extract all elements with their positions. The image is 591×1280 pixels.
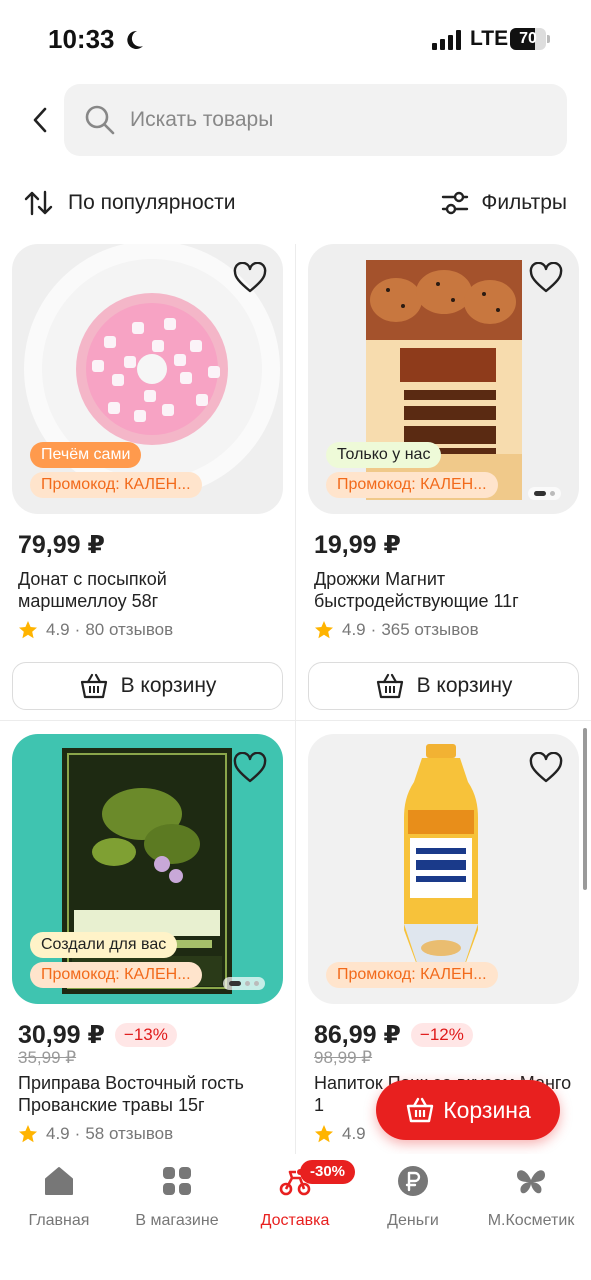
ruble-icon <box>398 1166 428 1196</box>
delivery-discount-badge: -30% <box>300 1160 356 1184</box>
star-icon <box>19 621 37 639</box>
filters-button[interactable]: Фильтры <box>441 186 567 220</box>
battery-icon: 70 <box>510 28 550 50</box>
product-rating: 4.9 · 365 отзывов <box>314 620 579 640</box>
sort-button[interactable]: По популярности <box>24 186 236 220</box>
carousel-dots <box>528 487 561 500</box>
product-name[interactable]: Донат с посыпкой маршмеллоу 58г <box>18 568 280 612</box>
product-image[interactable]: Печём сами Промокод: КАЛЕН... <box>12 244 283 514</box>
status-time: 10:33 <box>48 24 115 54</box>
signal-icon <box>432 30 461 50</box>
product-price: 86,99 ₽ <box>314 1021 401 1049</box>
product-rating: 4.9 · 80 отзывов <box>18 620 283 640</box>
rating-value: 4.9 <box>342 620 366 639</box>
product-card[interactable]: Печём сами Промокод: КАЛЕН... 79,99 ₽ До… <box>12 244 283 710</box>
grid-icon <box>163 1167 191 1195</box>
promo-badge: Промокод: КАЛЕН... <box>30 472 202 498</box>
product-card[interactable]: Только у нас Промокод: КАЛЕН... 19,99 ₽ … <box>308 244 579 710</box>
old-price: 35,99 ₽ <box>18 1048 77 1067</box>
product-image[interactable]: Только у нас Промокод: КАЛЕН... <box>308 244 579 514</box>
product-price: 30,99 ₽ <box>18 1021 105 1049</box>
product-image[interactable]: Промокод: КАЛЕН... <box>308 734 579 1004</box>
chevron-left-icon <box>33 107 47 133</box>
sort-label: По популярности <box>68 191 236 214</box>
cart-label: Корзина <box>443 1096 531 1123</box>
add-to-cart-button[interactable]: В корзину <box>308 662 579 710</box>
product-badge: Создали для вас <box>30 932 178 958</box>
butterfly-icon <box>517 1170 545 1194</box>
product-price: 19,99 ₽ <box>314 531 401 559</box>
product-name[interactable]: Приправа Восточный гость Прованские трав… <box>18 1072 280 1116</box>
star-icon <box>315 1125 333 1143</box>
reviews-count: 80 отзывов <box>85 620 174 639</box>
cart-button[interactable]: Корзина <box>376 1080 560 1140</box>
home-icon <box>45 1167 73 1195</box>
search-bar[interactable] <box>64 84 567 156</box>
product-badge: Только у нас <box>326 442 442 468</box>
sliders-icon <box>442 191 469 215</box>
nav-item-in-store[interactable]: В магазине <box>118 1164 236 1230</box>
product-card[interactable]: Создали для вас Промокод: КАЛЕН... 30,99… <box>12 734 283 1144</box>
discount-badge: −12% <box>410 1023 473 1047</box>
star-icon <box>19 1125 37 1143</box>
search-icon <box>85 105 115 135</box>
nav-item-home[interactable]: Главная <box>0 1164 118 1230</box>
back-button[interactable] <box>20 98 60 142</box>
reviews-count: 58 отзывов <box>85 1124 174 1143</box>
grid-divider <box>0 720 591 721</box>
heart-icon[interactable] <box>233 262 267 294</box>
add-to-cart-button[interactable]: В корзину <box>12 662 283 710</box>
heart-icon[interactable] <box>529 262 563 294</box>
star-icon <box>315 621 333 639</box>
bottom-nav: Главная В магазине -30% Доставка Деньги … <box>0 1154 591 1280</box>
old-price: 98,99 ₽ <box>314 1048 373 1067</box>
rating-value: 4.9 <box>342 1124 366 1143</box>
promo-badge: Промокод: КАЛЕН... <box>30 962 202 988</box>
status-bar: 10:33 LTE 70 <box>0 0 591 80</box>
rating-value: 4.9 <box>46 620 70 639</box>
nav-label: Деньги <box>387 1212 439 1229</box>
moon-icon <box>127 30 143 49</box>
nav-label: Главная <box>28 1212 90 1229</box>
product-image[interactable]: Создали для вас Промокод: КАЛЕН... <box>12 734 283 1004</box>
grid-divider <box>295 244 296 1154</box>
scrollbar[interactable] <box>583 728 587 890</box>
filters-label: Фильтры <box>481 191 567 214</box>
rating-value: 4.9 <box>46 1124 70 1143</box>
nav-item-delivery[interactable]: -30% Доставка <box>236 1160 356 1230</box>
heart-icon[interactable] <box>529 752 563 784</box>
network-type: LTE <box>470 27 509 50</box>
discount-badge: −13% <box>114 1023 177 1047</box>
basket-icon <box>406 1097 434 1123</box>
reviews-count: 365 отзывов <box>381 620 479 639</box>
nav-label: М.Косметик <box>487 1212 575 1229</box>
nav-item-cosmetics[interactable]: М.Косметик <box>472 1164 590 1230</box>
add-to-cart-label: В корзину <box>416 674 513 697</box>
product-badge: Печём сами <box>30 442 142 468</box>
product-price: 79,99 ₽ <box>18 531 105 559</box>
nav-label: Доставка <box>260 1212 330 1229</box>
basket-icon <box>376 673 403 699</box>
nav-label: В магазине <box>135 1212 219 1229</box>
product-rating: 4.9 · 58 отзывов <box>18 1124 283 1144</box>
heart-icon[interactable] <box>233 752 267 784</box>
product-name[interactable]: Дрожжи Магнит быстродействующие 11г <box>314 568 576 612</box>
sort-arrows-icon <box>24 190 53 216</box>
promo-badge: Промокод: КАЛЕН... <box>326 472 498 498</box>
search-input[interactable] <box>130 108 530 132</box>
promo-badge: Промокод: КАЛЕН... <box>326 962 498 988</box>
basket-icon <box>80 673 107 699</box>
carousel-dots <box>223 977 265 990</box>
add-to-cart-label: В корзину <box>120 674 217 697</box>
battery-level: 70 <box>519 30 537 47</box>
nav-item-money[interactable]: Деньги <box>354 1164 472 1230</box>
